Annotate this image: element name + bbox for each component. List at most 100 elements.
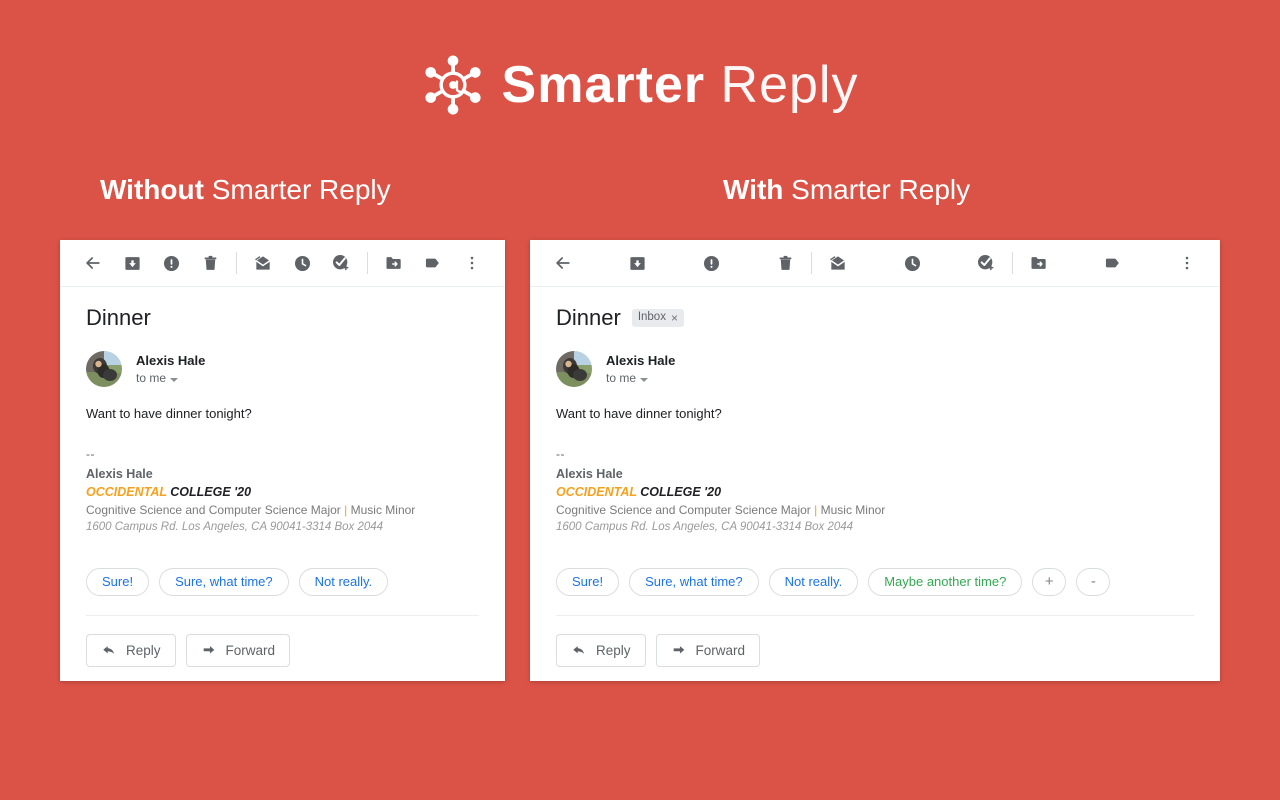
email-card-with: Dinner Inbox × Alexis Hale to me Want to… (530, 240, 1220, 681)
chevron-down-icon (170, 377, 179, 382)
labels-icon[interactable] (1094, 244, 1132, 282)
avatar (86, 351, 122, 388)
labels-icon[interactable] (414, 244, 452, 282)
mark-unread-icon[interactable] (819, 244, 857, 282)
reply-icon (101, 642, 117, 658)
heading-without-light: Smarter Reply (211, 174, 391, 205)
delete-icon[interactable] (766, 244, 804, 282)
snooze-icon[interactable] (893, 244, 931, 282)
reply-icon (571, 642, 587, 658)
smart-reply-chip[interactable]: Sure, what time? (159, 567, 289, 596)
forward-icon (201, 642, 217, 658)
add-to-tasks-icon[interactable] (322, 244, 360, 282)
page-title: Dinner (86, 305, 151, 330)
subject-row: Dinner Inbox × (556, 305, 1194, 331)
smart-reply-chip[interactable]: Sure! (556, 567, 620, 596)
signature-address: 1600 Campus Rd. Los Angeles, CA 90041-33… (86, 520, 384, 533)
reply-button[interactable]: Reply (86, 633, 176, 667)
reply-button[interactable]: Reply (556, 633, 646, 667)
recipient-toggle[interactable]: to me (606, 370, 675, 387)
signature-major-right: Music Minor (350, 502, 416, 517)
add-to-tasks-icon[interactable] (967, 244, 1005, 282)
reply-label: Reply (126, 642, 161, 658)
signature-dashes: -- (86, 446, 95, 461)
signature-major: Cognitive Science and Computer Science M… (556, 502, 1194, 519)
signature-address: 1600 Campus Rd. Los Angeles, CA 90041-33… (556, 520, 854, 533)
forward-label: Forward (225, 642, 276, 658)
email-signature: -- Alexis Hale OCCIDENTAL COLLEGE '20 Co… (86, 446, 479, 536)
signature-major-pipe: | (814, 502, 818, 517)
sender-name: Alexis Hale (136, 353, 206, 369)
smart-reply-chip[interactable]: Sure! (86, 567, 150, 596)
sender-row: Alexis Hale to me (86, 351, 479, 388)
signature-school-accent: OCCIDENTAL (86, 485, 167, 500)
remove-suggestion-button[interactable]: - (1076, 567, 1111, 596)
forward-button[interactable]: Forward (655, 633, 761, 667)
smart-reply-chip[interactable]: Sure, what time? (629, 567, 759, 596)
smart-reply-chip[interactable]: Not really. (298, 567, 389, 596)
more-options-icon[interactable] (1168, 244, 1206, 282)
toolbar-divider (811, 252, 812, 274)
signature-school-rest: COLLEGE '20 (640, 485, 722, 500)
report-spam-icon[interactable] (692, 244, 730, 282)
toolbar-divider (367, 252, 368, 274)
close-icon[interactable]: × (671, 312, 678, 324)
smart-reply-chip-generated[interactable]: Maybe another time? (868, 567, 1023, 596)
signature-major-pipe: | (344, 502, 348, 517)
signature-major-left: Cognitive Science and Computer Science M… (556, 502, 811, 517)
email-actions: Reply Forward (60, 616, 505, 667)
snooze-icon[interactable] (283, 244, 321, 282)
move-to-icon[interactable] (375, 244, 413, 282)
brand-title-light: Reply (720, 56, 859, 114)
avatar (556, 351, 592, 388)
email-signature: -- Alexis Hale OCCIDENTAL COLLEGE '20 Co… (556, 446, 1194, 536)
signature-name: Alexis Hale (86, 467, 153, 482)
email-actions: Reply Forward (530, 616, 1220, 667)
email-body: Dinner Alexis Hale to me Want to have di… (60, 287, 505, 596)
smart-reply-chips-with: Sure! Sure, what time? Not really. Maybe… (556, 567, 1194, 596)
move-to-icon[interactable] (1020, 244, 1058, 282)
forward-icon (671, 642, 687, 658)
subject-row: Dinner (86, 305, 479, 331)
forward-label: Forward (695, 642, 746, 658)
brand-title-bold: Smarter (501, 56, 706, 114)
signature-school: OCCIDENTAL COLLEGE '20 (86, 483, 479, 501)
message-text: Want to have dinner tonight? (556, 406, 722, 422)
page-title: Dinner (556, 305, 621, 330)
back-icon[interactable] (74, 244, 112, 282)
archive-icon[interactable] (113, 244, 151, 282)
sender-meta: Alexis Hale to me (136, 351, 205, 387)
heading-with-light: Smarter Reply (791, 174, 971, 205)
archive-icon[interactable] (618, 244, 656, 282)
signature-major: Cognitive Science and Computer Science M… (86, 502, 479, 519)
email-toolbar (530, 240, 1220, 287)
smart-reply-chips-without: Sure! Sure, what time? Not really. (86, 567, 479, 596)
signature-school-rest: COLLEGE '20 (170, 485, 252, 500)
email-card-without: Dinner Alexis Hale to me Want to have di… (60, 240, 505, 681)
signature-dashes: -- (556, 446, 565, 461)
add-suggestion-button[interactable]: + (1032, 567, 1067, 596)
signature-major-left: Cognitive Science and Computer Science M… (86, 502, 341, 517)
report-spam-icon[interactable] (152, 244, 190, 282)
signature-school: OCCIDENTAL COLLEGE '20 (556, 483, 1194, 501)
brand-title: Smarter Reply (502, 59, 859, 111)
heading-without-bold: Without (100, 174, 204, 205)
sender-row: Alexis Hale to me (556, 351, 1194, 388)
status-badge: Inbox × (631, 309, 684, 327)
heading-without-smarter-reply: Without Smarter Reply (100, 176, 391, 204)
mark-unread-icon[interactable] (244, 244, 282, 282)
toolbar-divider (1012, 252, 1013, 274)
signature-school-accent: OCCIDENTAL (556, 485, 637, 500)
email-toolbar (60, 240, 505, 287)
message-text: Want to have dinner tonight? (86, 406, 252, 422)
reply-label: Reply (596, 642, 631, 658)
smart-reply-chip[interactable]: Not really. (768, 567, 859, 596)
email-body: Dinner Inbox × Alexis Hale to me Want to… (530, 287, 1220, 596)
brand-header: Smarter Reply (0, 54, 1280, 116)
back-icon[interactable] (544, 244, 582, 282)
recipient-toggle[interactable]: to me (136, 370, 205, 387)
more-options-icon[interactable] (453, 244, 491, 282)
delete-icon[interactable] (191, 244, 229, 282)
forward-button[interactable]: Forward (185, 633, 291, 667)
at-network-icon (422, 54, 484, 116)
